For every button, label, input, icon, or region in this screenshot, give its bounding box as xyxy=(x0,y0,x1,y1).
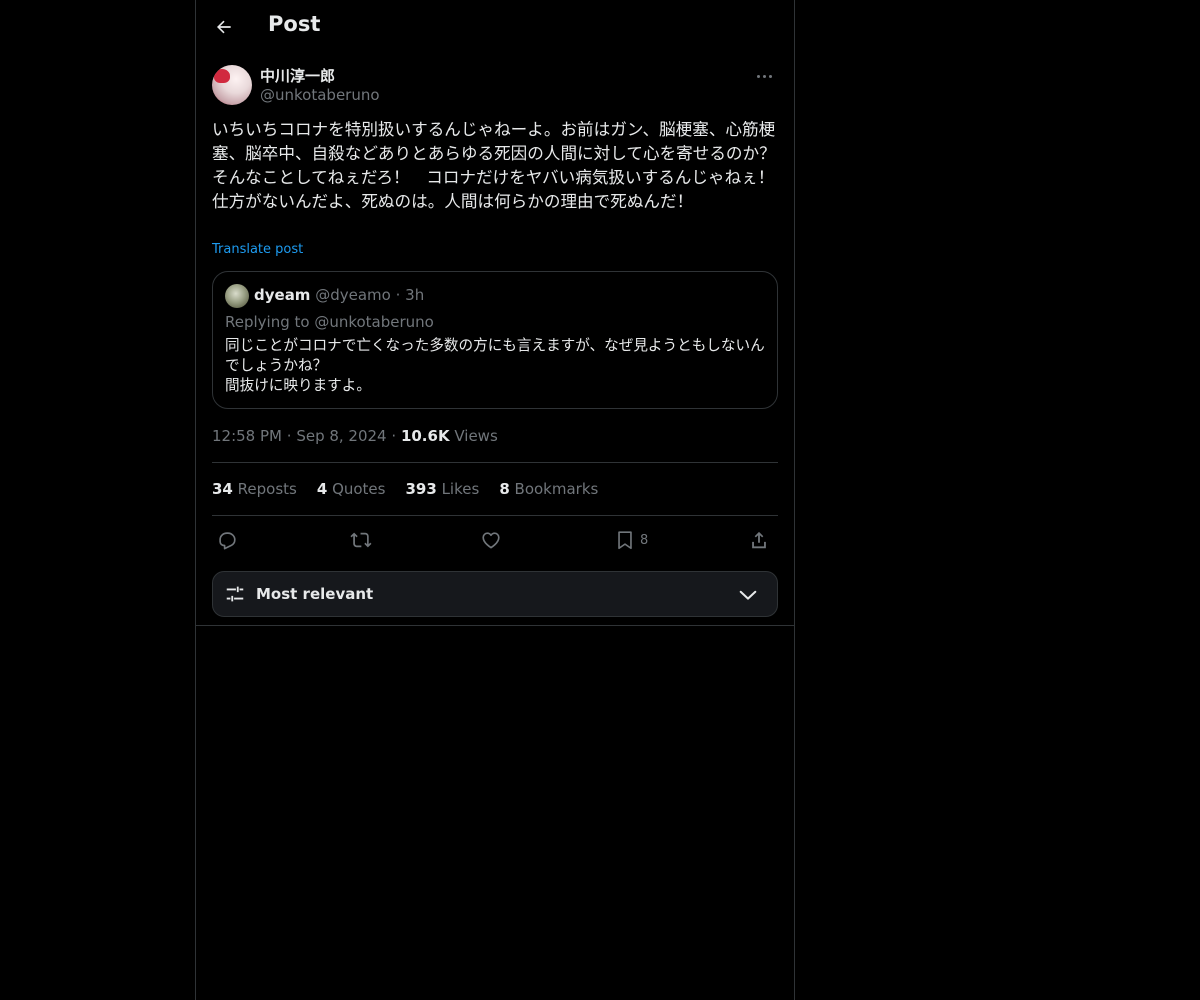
quote-time: 3h xyxy=(405,286,425,304)
divider xyxy=(212,515,778,516)
like-icon xyxy=(482,532,500,549)
chevron-down-icon xyxy=(739,590,757,600)
author-name[interactable]: 中川淳一郎 xyxy=(260,65,335,86)
quote-replying-to: Replying to @unkotaberuno xyxy=(225,313,434,331)
stat-label: Bookmarks xyxy=(514,480,599,498)
post-timestamp: 12:58 PM · Sep 8, 2024 · 10.6K Views xyxy=(212,427,498,445)
stat-reposts[interactable]: 34 Reposts xyxy=(212,480,297,498)
bookmark-icon xyxy=(618,531,632,550)
header: Post xyxy=(196,0,794,54)
stat-count: 34 xyxy=(212,480,233,498)
bookmark-count: 8 xyxy=(640,532,649,548)
like-button[interactable] xyxy=(480,524,502,556)
main-column: Post 中川淳一郎 @unkotaberuno いちいちコロナを特別扱いするん… xyxy=(195,0,795,1000)
author-handle[interactable]: @unkotaberuno xyxy=(260,86,380,104)
translate-post-link[interactable]: Translate post xyxy=(212,242,303,257)
quote-avatar xyxy=(225,284,249,308)
quoted-post[interactable]: dyeam @dyeamo · 3h Replying to @unkotabe… xyxy=(212,271,778,409)
repost-button[interactable] xyxy=(350,524,372,556)
repost-icon xyxy=(350,532,372,548)
stat-likes[interactable]: 393 Likes xyxy=(405,480,479,498)
post-stats: 34 Reposts 4 Quotes 393 Likes 8 Bookmark… xyxy=(212,480,598,498)
post-author: 中川淳一郎 @unkotaberuno xyxy=(212,64,778,108)
stat-label: Reposts xyxy=(237,480,297,498)
divider xyxy=(196,625,794,626)
views-count: 10.6K xyxy=(400,427,450,445)
post-date[interactable]: Sep 8, 2024 xyxy=(296,427,386,445)
post-actions: 8 xyxy=(212,524,778,556)
more-dot-icon xyxy=(768,74,772,78)
author-avatar[interactable] xyxy=(212,65,252,105)
page-title: Post xyxy=(268,12,321,36)
separator-dot: · xyxy=(286,427,297,445)
post-text: いちいちコロナを特別扱いするんじゃねーよ。お前はガン、脳梗塞、心筋梗塞、脳卒中、… xyxy=(212,120,793,211)
stat-count: 393 xyxy=(405,480,437,498)
bookmark-button[interactable]: 8 xyxy=(614,524,648,556)
stat-label: Likes xyxy=(441,480,480,498)
quote-text: 同じことがコロナで亡くなった多数の方にも言えますが、なぜ見ようともしないんでしょ… xyxy=(225,337,765,394)
more-dot-icon xyxy=(762,74,766,78)
quote-meta: dyeam @dyeamo · 3h xyxy=(254,286,424,304)
sliders-icon xyxy=(226,586,244,602)
separator-dot: · xyxy=(391,427,401,445)
stat-label: Quotes xyxy=(332,480,386,498)
stat-bookmarks[interactable]: 8 Bookmarks xyxy=(499,480,598,498)
quote-author-name: dyeam xyxy=(254,286,311,304)
share-button[interactable] xyxy=(748,524,770,556)
stat-count: 8 xyxy=(499,480,510,498)
more-dot-icon xyxy=(756,74,760,78)
sort-label: Most relevant xyxy=(256,585,374,603)
reply-icon xyxy=(219,532,236,550)
post-time[interactable]: 12:58 PM xyxy=(212,427,282,445)
sort-replies-dropdown[interactable]: Most relevant xyxy=(212,571,778,617)
stat-count: 4 xyxy=(316,480,328,498)
arrow-left-icon xyxy=(217,20,231,34)
more-options-button[interactable] xyxy=(750,66,778,86)
divider xyxy=(212,462,778,463)
views-label: Views xyxy=(454,427,498,445)
separator-dot: · xyxy=(395,286,406,304)
share-icon xyxy=(752,531,766,549)
reply-button[interactable] xyxy=(216,524,238,556)
quote-author-handle: @dyeamo xyxy=(315,286,391,304)
back-button[interactable] xyxy=(210,13,238,41)
stat-quotes[interactable]: 4 Quotes xyxy=(317,480,386,498)
